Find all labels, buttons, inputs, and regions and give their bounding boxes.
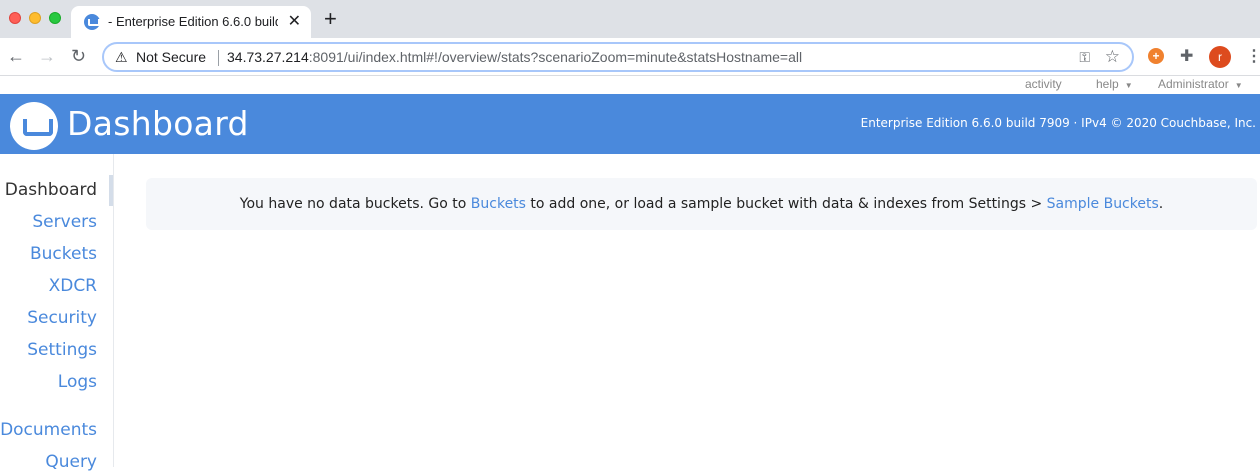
browser-toolbar: ← → ↻ ⚠ Not Secure 34.73.27.214:8091/ui/… [0,38,1260,76]
app-header: Dashboard Enterprise Edition 6.6.0 build… [0,94,1260,154]
notice-text: to add one, or load a sample bucket with… [525,196,1047,212]
buckets-link[interactable]: Buckets [471,196,526,212]
url-host: 34.73.27.214 [227,49,309,65]
reload-icon[interactable]: ↻ [71,46,86,66]
notice-text: You have no data buckets. Go to [239,196,471,212]
key-icon[interactable]: ⚿ [1079,49,1090,66]
sidebar-nav: Dashboard Servers Buckets XDCR Security … [0,154,114,472]
sidebar-item-dashboard[interactable]: Dashboard [5,180,97,200]
help-menu[interactable]: help ▼ [1096,77,1133,91]
sidebar-item-servers[interactable]: Servers [32,212,97,232]
profile-avatar[interactable]: r [1209,46,1231,68]
activity-link[interactable]: activity [1025,77,1062,91]
new-tab-button[interactable]: + [324,8,337,30]
sidebar-item-security[interactable]: Security [27,308,97,328]
extensions-puzzle-icon[interactable]: ✚ [1180,46,1193,66]
sample-buckets-link[interactable]: Sample Buckets [1047,196,1159,212]
help-label: help [1096,77,1119,91]
active-indicator [109,175,113,206]
close-window-button[interactable] [9,12,21,24]
url-text[interactable]: 34.73.27.214:8091/ui/index.html#!/overvi… [227,49,802,65]
chevron-down-icon: ▼ [1124,81,1133,90]
tab-title: - Enterprise Edition 6.6.0 build 7909 [108,14,278,29]
back-arrow-icon[interactable]: ← [7,46,25,66]
app-top-links: activity help ▼ Administrator ▼ [0,76,1260,94]
security-status[interactable]: Not Secure [136,49,206,65]
browser-menu-icon[interactable]: ⋮ [1246,46,1260,66]
bookmark-star-icon[interactable]: ☆ [1105,47,1120,67]
notice-text: . [1158,196,1164,212]
sidebar-item-logs[interactable]: Logs [58,372,97,392]
warning-triangle-icon[interactable]: ⚠ [115,49,128,66]
sidebar-item-query[interactable]: Query [45,452,97,472]
couchbase-favicon-icon [84,14,100,30]
sidebar-item-documents[interactable]: Documents [0,420,97,440]
sidebar-item-settings[interactable]: Settings [27,340,97,360]
chevron-down-icon: ▼ [1234,81,1243,90]
administrator-menu[interactable]: Administrator ▼ [1158,77,1243,91]
page-title: Dashboard [67,104,249,143]
sidebar-item-xdcr[interactable]: XDCR [49,276,97,296]
tab-close-icon[interactable]: ✕ [288,11,301,31]
forward-arrow-icon[interactable]: → [38,46,56,66]
no-buckets-notice: You have no data buckets. Go to Buckets … [146,178,1257,230]
extension-orange-icon[interactable]: + [1148,48,1164,64]
sidebar-item-buckets[interactable]: Buckets [30,244,97,264]
address-bar[interactable]: ⚠ Not Secure 34.73.27.214:8091/ui/index.… [102,42,1134,72]
couchbase-logo-icon[interactable] [10,102,58,150]
browser-tab-active[interactable]: - Enterprise Edition 6.6.0 build 7909 ✕ [71,6,311,38]
url-path: :8091/ui/index.html#!/overview/stats?sce… [308,49,803,65]
maximize-window-button[interactable] [49,12,61,24]
minimize-window-button[interactable] [29,12,41,24]
browser-tab-bar: - Enterprise Edition 6.6.0 build 7909 ✕ … [0,0,1260,38]
edition-info: Enterprise Edition 6.6.0 build 7909 · IP… [860,116,1256,130]
address-separator [218,50,219,66]
administrator-label: Administrator [1158,77,1229,91]
